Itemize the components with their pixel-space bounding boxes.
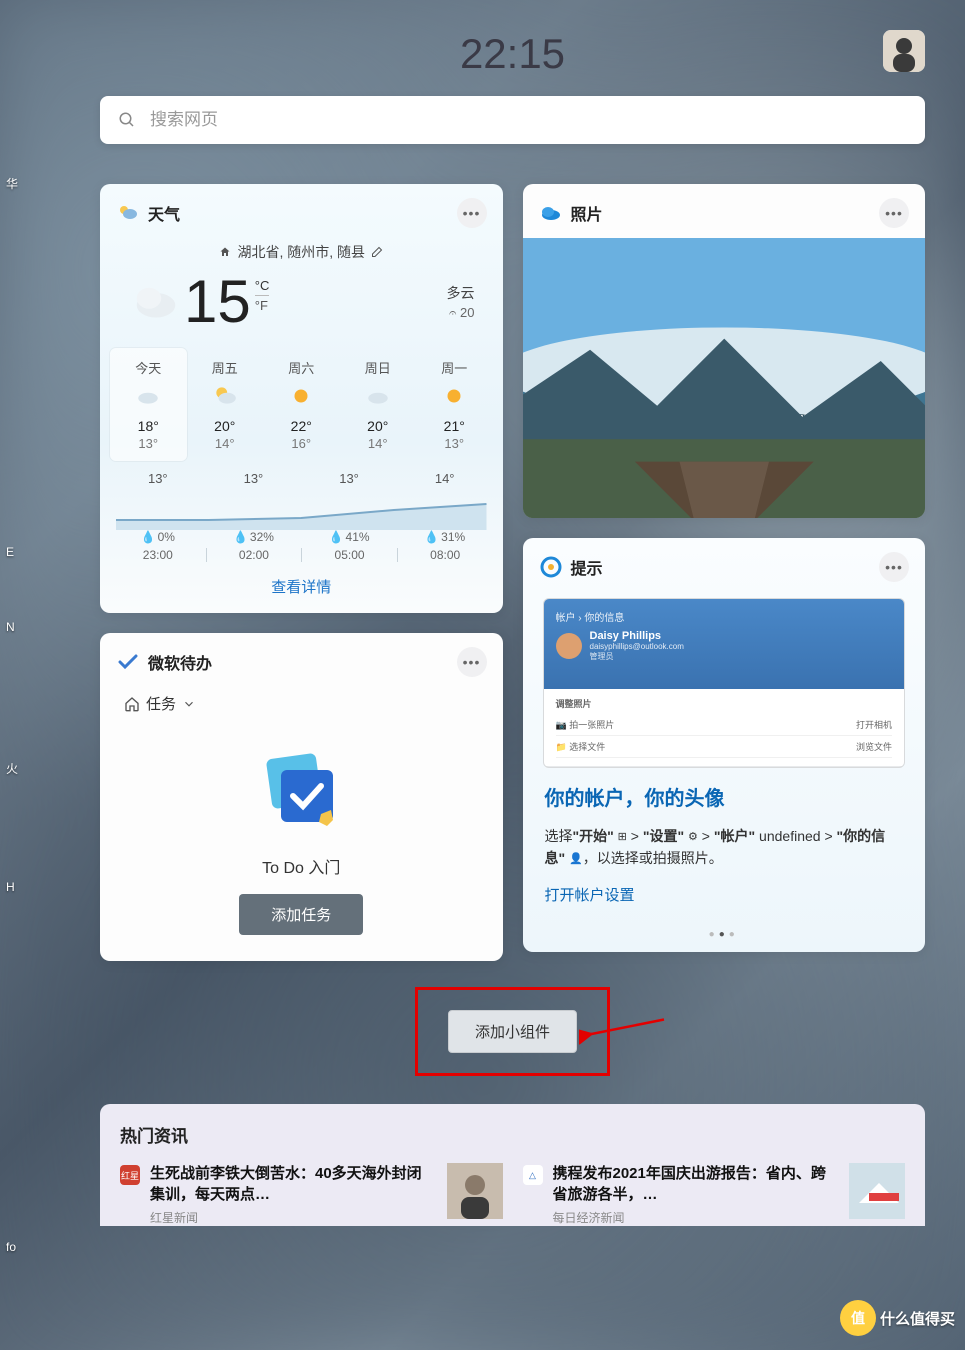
news-item[interactable]: 红星生死战前李铁大倒苦水：40多天海外封闭集训，每天两点… 红星新闻 xyxy=(120,1163,503,1226)
hourly-temp: 13° xyxy=(206,471,302,486)
desktop-edge-label: 火 xyxy=(6,760,18,777)
hourly-rain: 💧0% xyxy=(110,530,206,544)
search-input[interactable] xyxy=(150,110,907,130)
forecast-day[interactable]: 今天18°13° xyxy=(110,348,187,461)
tips-widget: 提示 ••• 帐户 › 你的信息 Daisy Phillips daisyphi… xyxy=(523,538,926,952)
watermark: 值 什么值得买 xyxy=(840,1300,955,1336)
hourly-time: 05:00 xyxy=(301,548,397,562)
search-bar[interactable] xyxy=(100,96,925,144)
news-source: 每日经济新闻 xyxy=(553,1209,840,1226)
photos-title: 照片 xyxy=(571,201,603,225)
hourly-sparkline xyxy=(116,490,487,530)
hourly-time: 02:00 xyxy=(206,548,302,562)
hourly-time: 23:00 xyxy=(110,548,206,562)
todo-widget: 微软待办 ••• 任务 xyxy=(100,633,503,961)
edit-icon[interactable] xyxy=(371,246,383,258)
hourly-temp: 13° xyxy=(301,471,397,486)
photos-background xyxy=(523,238,925,518)
add-task-button[interactable]: 添加任务 xyxy=(239,894,363,935)
tips-body: 选择"开始" ⊞ > "设置" ⚙ > "帐户" undefined > "你的… xyxy=(545,825,904,870)
search-icon xyxy=(118,111,136,129)
tips-more-button[interactable]: ••• xyxy=(879,552,909,582)
desktop-edge-label: H xyxy=(6,880,15,894)
home-icon xyxy=(124,696,140,712)
todo-more-button[interactable]: ••• xyxy=(457,647,487,677)
tips-icon xyxy=(539,555,563,579)
photos-more-button[interactable]: ••• xyxy=(879,198,909,228)
news-widget: 热门资讯 红星生死战前李铁大倒苦水：40多天海外封闭集训，每天两点… 红星新闻 △ 携… xyxy=(100,1104,925,1226)
gear-icon: ⚙ xyxy=(688,829,698,847)
tips-heading: 你的帐户，你的头像 xyxy=(545,782,904,811)
weather-condition: 多云 xyxy=(447,283,475,303)
annotation-arrow xyxy=(579,1014,669,1049)
news-thumbnail xyxy=(447,1163,503,1219)
weather-more-button[interactable]: ••• xyxy=(457,198,487,228)
news-item[interactable]: △ 携程发布2021年国庆出游报告：省内、跨省旅游各半，… 每日经济新闻 xyxy=(523,1163,906,1226)
hourly-rain: 💧41% xyxy=(301,530,397,544)
weather-day-icon xyxy=(288,383,314,409)
news-title: 热门资讯 xyxy=(120,1122,905,1147)
news-headline: 生死战前李铁大倒苦水：40多天海外封闭集训，每天两点… xyxy=(150,1163,437,1205)
hourly-time: 08:00 xyxy=(397,548,493,562)
news-source: 红星新闻 xyxy=(150,1209,437,1226)
photos-widget: 照片 ••• 通过从 OneDrive 应用上传照片， 重温美好的记忆。 获取移… xyxy=(523,184,926,518)
hourly-temp: 13° xyxy=(110,471,206,486)
weather-icon xyxy=(116,201,140,225)
todo-icon xyxy=(116,650,140,674)
desktop-edge-label: E xyxy=(6,545,14,559)
weather-details-link[interactable]: 查看详情 xyxy=(271,579,331,596)
tips-pagination[interactable]: ●●● xyxy=(523,923,926,952)
add-widget-button[interactable]: 添加小组件 xyxy=(448,1010,577,1053)
weather-widget: 天气 ••• 湖北省, 随州市, 随县 15 °C °F xyxy=(100,184,503,613)
forecast-day[interactable]: 周六22°16° xyxy=(263,348,340,461)
weather-location[interactable]: 湖北省, 随州市, 随县 xyxy=(100,242,503,262)
todo-intro-text: To Do 入门 xyxy=(120,854,483,878)
news-source-badge: 红星 xyxy=(120,1165,140,1185)
person-icon: 👤 xyxy=(569,851,583,869)
chevron-down-icon xyxy=(182,697,196,711)
user-avatar[interactable] xyxy=(883,30,925,72)
cloud-icon xyxy=(128,272,184,328)
hourly-rain: 💧31% xyxy=(397,530,493,544)
unit-fahrenheit[interactable]: °F xyxy=(255,298,270,313)
news-source-badge: △ xyxy=(523,1165,543,1185)
tips-title: 提示 xyxy=(571,555,603,579)
current-temp: 15 xyxy=(184,272,251,332)
clock: 22:15 xyxy=(100,30,925,78)
weather-title: 天气 xyxy=(148,201,180,225)
desktop-edge-label: 华 xyxy=(6,175,18,192)
hourly-rain: 💧32% xyxy=(206,530,302,544)
todo-illustration xyxy=(251,744,351,844)
weather-day-icon xyxy=(135,383,161,409)
todo-title: 微软待办 xyxy=(148,650,212,674)
tasks-dropdown[interactable]: 任务 xyxy=(100,687,503,724)
desktop-edge-label: N xyxy=(6,620,15,634)
hourly-temp: 14° xyxy=(397,471,493,486)
forecast-day[interactable]: 周日20°14° xyxy=(340,348,417,461)
news-headline: 携程发布2021年国庆出游报告：省内、跨省旅游各半，… xyxy=(553,1163,840,1205)
weather-feelslike: 𝄐 20 xyxy=(447,305,475,321)
weather-day-icon xyxy=(212,383,238,409)
tips-screenshot: 帐户 › 你的信息 Daisy Phillips daisyphillips@o… xyxy=(543,598,906,768)
unit-celsius[interactable]: °C xyxy=(255,278,270,296)
open-account-settings-link[interactable]: 打开帐户设置 xyxy=(545,884,635,905)
start-icon: ⊞ xyxy=(618,829,627,847)
onedrive-icon xyxy=(539,201,563,225)
desktop-edge-label: fo xyxy=(6,1240,16,1254)
weather-day-icon xyxy=(441,383,467,409)
home-icon xyxy=(219,246,231,258)
forecast-day[interactable]: 周一21°13° xyxy=(416,348,493,461)
weather-day-icon xyxy=(365,383,391,409)
forecast-day[interactable]: 周五20°14° xyxy=(187,348,264,461)
news-thumbnail xyxy=(849,1163,905,1219)
